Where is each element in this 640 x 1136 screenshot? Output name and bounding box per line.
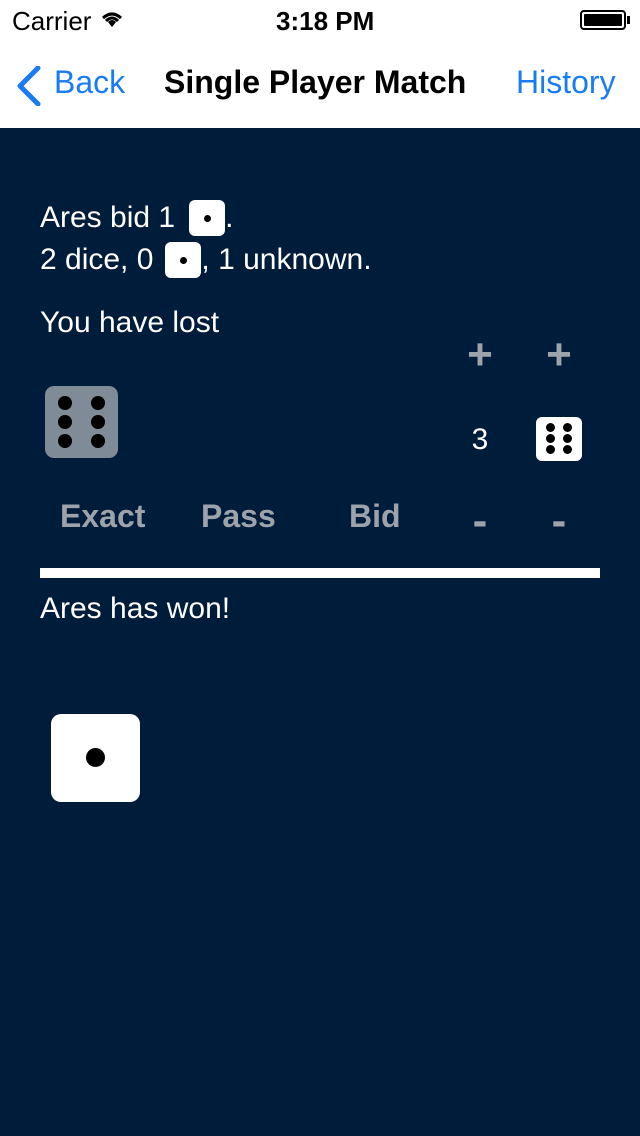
bid-button[interactable]: Bid — [349, 498, 401, 535]
divider — [40, 568, 600, 578]
dice-summary-suffix: , 1 unknown. — [201, 243, 372, 276]
bid-line: Ares bid 1 . — [40, 198, 233, 238]
dice-summary-line: 2 dice, 0 , 1 unknown. — [40, 240, 372, 280]
bid-line-prefix: Ares bid 1 — [40, 201, 176, 234]
status-bar: Carrier 3:18 PM — [0, 0, 640, 40]
page-title: Single Player Match — [164, 64, 467, 100]
bid-count: 3 — [471, 423, 489, 456]
player-die-six — [45, 386, 118, 458]
lost-status: You have lost — [40, 306, 220, 339]
bid-face-die-six — [536, 417, 582, 461]
decrease-face-button[interactable]: - — [541, 496, 577, 546]
pass-button[interactable]: Pass — [201, 498, 276, 535]
result-text: Ares has won! — [40, 592, 231, 625]
chevron-left-icon — [17, 66, 41, 106]
ares-die-one — [51, 714, 140, 802]
exact-button[interactable]: Exact — [60, 498, 145, 535]
die-one-icon — [189, 200, 226, 236]
wifi-icon — [102, 12, 122, 27]
history-button[interactable]: History — [516, 64, 616, 101]
battery-icon — [580, 10, 630, 30]
increase-count-button[interactable]: + — [462, 330, 498, 380]
decrease-count-button[interactable]: - — [462, 496, 498, 546]
back-label: Back — [54, 64, 126, 100]
bid-line-suffix: . — [225, 201, 234, 234]
increase-face-button[interactable]: + — [541, 330, 577, 380]
dice-summary-prefix: 2 dice, 0 — [40, 243, 154, 276]
die-one-icon — [165, 242, 202, 278]
carrier-label: Carrier — [12, 6, 92, 36]
time-label: 3:18 PM — [276, 6, 375, 36]
navigation-bar: Back Single Player Match History — [0, 40, 640, 128]
